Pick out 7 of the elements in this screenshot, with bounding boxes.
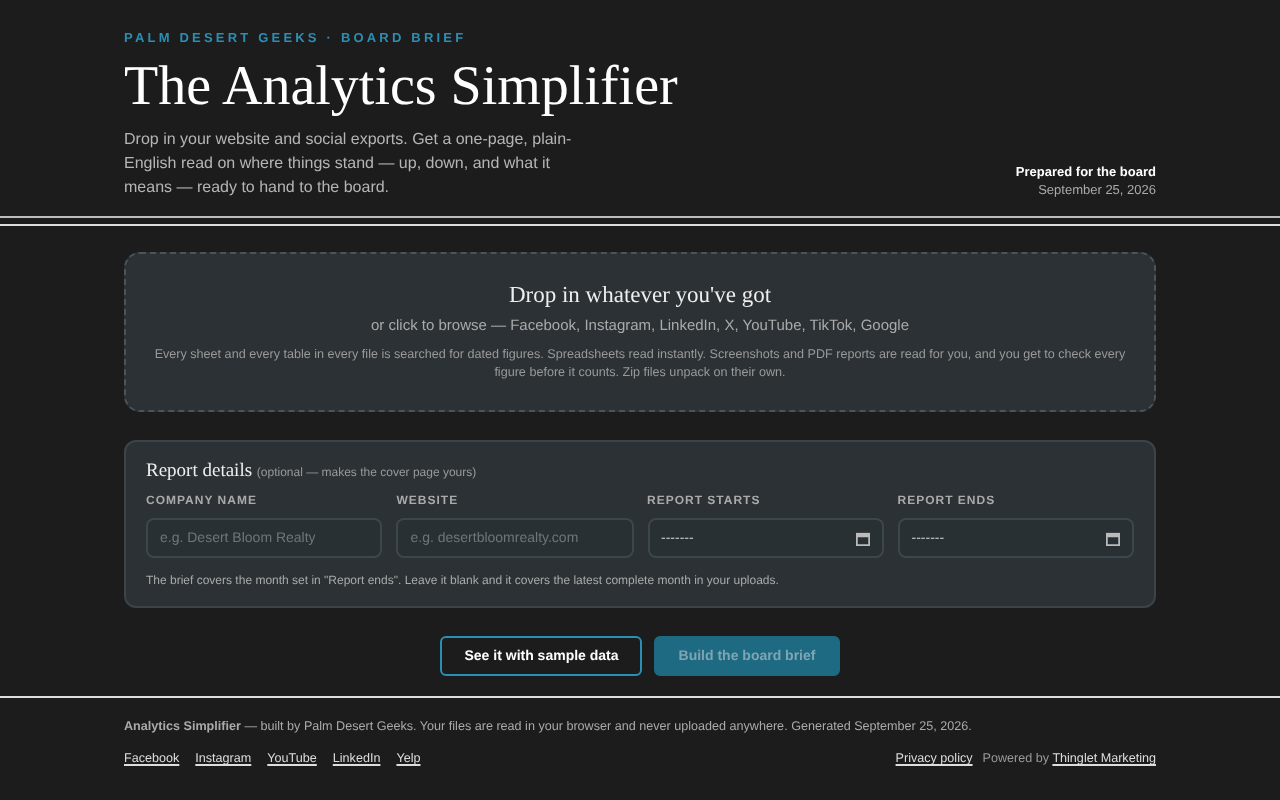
intro-text: Drop in your website and social exports. Get a one-page, plain-English read on where things stand — up, down, and what it means — ready to hand to the board.: [124, 128, 574, 200]
page-title: The Analytics Simplifier: [124, 56, 678, 120]
file-drop-zone[interactable]: [124, 252, 1156, 412]
calendar-icon[interactable]: [855, 531, 870, 545]
drop-title: Drop in whatever you've got: [506, 284, 774, 308]
panel-title: Report details: [146, 462, 253, 482]
calendar-icon[interactable]: [1106, 531, 1120, 545]
